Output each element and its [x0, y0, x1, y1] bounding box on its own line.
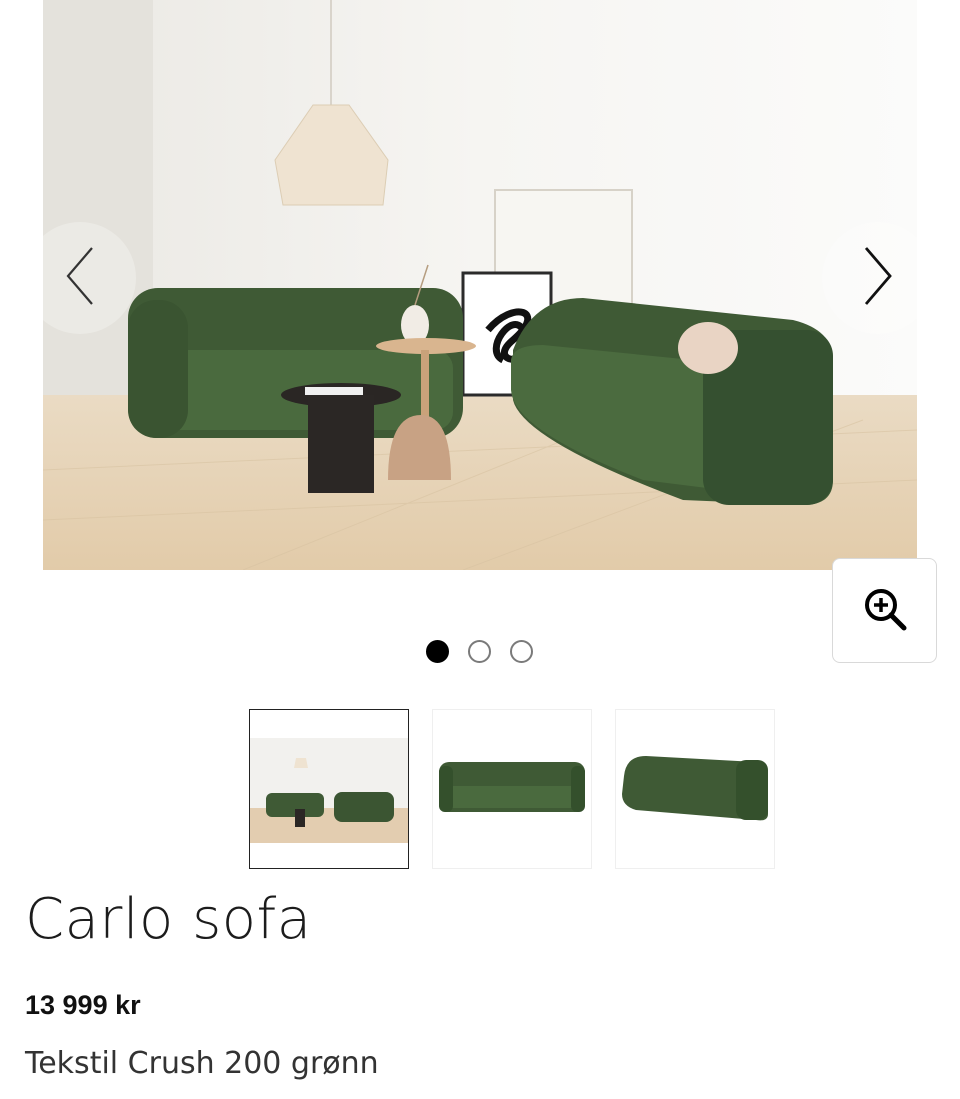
thumbnail-angle[interactable] [615, 709, 775, 869]
next-image-button[interactable] [822, 222, 934, 334]
carousel-dot-1[interactable] [426, 640, 449, 663]
thumbnail-room[interactable] [249, 709, 409, 869]
carousel-dot-3[interactable] [510, 640, 533, 663]
thumbnail-front[interactable] [432, 709, 592, 869]
product-gallery [0, 0, 960, 580]
zoom-in-icon [863, 587, 907, 635]
chevron-left-icon [65, 246, 95, 310]
chevron-right-icon [863, 246, 893, 310]
product-price: 13 999 kr [25, 990, 141, 1020]
thumbnail-strip [249, 709, 775, 869]
carousel-dots [426, 640, 533, 663]
product-title: Carlo sofa [25, 887, 312, 952]
product-variant: Tekstil Crush 200 grønn [25, 1046, 379, 1081]
product-hero-image[interactable] [43, 0, 917, 570]
zoom-button[interactable] [832, 558, 937, 663]
carousel-dot-2[interactable] [468, 640, 491, 663]
previous-image-button[interactable] [24, 222, 136, 334]
